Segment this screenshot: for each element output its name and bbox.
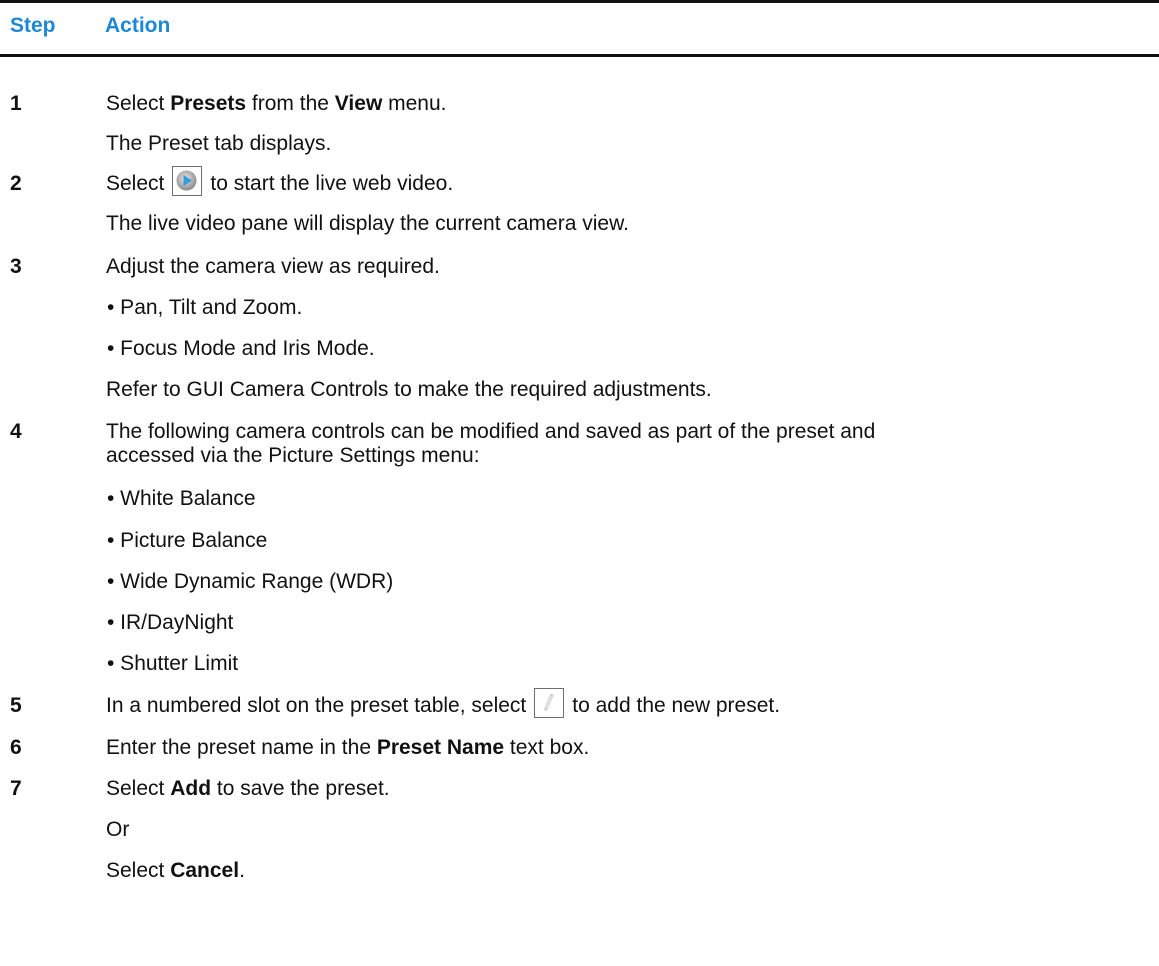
step-row: The Preset tab displays. <box>0 132 1159 166</box>
play-icon <box>172 166 203 197</box>
step-text: In a numbered slot on the preset table, … <box>106 688 780 719</box>
step-text: Or <box>106 818 130 841</box>
step-text: Select Cancel. <box>106 859 245 882</box>
bullet-item: • IR/DayNight <box>107 611 234 634</box>
step-number: 6 <box>10 736 22 759</box>
step-number: 4 <box>10 420 22 443</box>
step-row: 2 Select to start the live web video. <box>0 166 1159 206</box>
step-text: Select Presets from the View menu. <box>106 92 447 115</box>
step-row: • IR/DayNight <box>0 611 1159 645</box>
step-text: The Preset tab displays. <box>106 132 332 155</box>
pencil-icon <box>534 688 565 719</box>
step-row: • White Balance <box>0 487 1159 521</box>
step-text: The live video pane will display the cur… <box>106 212 629 235</box>
header-step: Step <box>10 14 56 37</box>
step-row: accessed via the Picture Settings menu: <box>0 444 1159 478</box>
step-number: 5 <box>10 694 22 717</box>
step-number: 1 <box>10 92 22 115</box>
step-row: 3 Adjust the camera view as required. <box>0 255 1159 289</box>
step-text: Enter the preset name in the Preset Name… <box>106 736 590 759</box>
bullet-item: • Focus Mode and Iris Mode. <box>107 337 375 360</box>
bullet-item: • Wide Dynamic Range (WDR) <box>107 570 394 593</box>
step-row: • Picture Balance <box>0 529 1159 563</box>
bullet-item: • Pan, Tilt and Zoom. <box>107 296 303 319</box>
step-row: Select Cancel. <box>0 859 1159 893</box>
step-row: • Wide Dynamic Range (WDR) <box>0 570 1159 604</box>
step-row: The live video pane will display the cur… <box>0 212 1159 246</box>
step-row: 7 Select Add to save the preset. <box>0 777 1159 811</box>
step-text: Select Add to save the preset. <box>106 777 390 800</box>
step-row: • Pan, Tilt and Zoom. <box>0 296 1159 330</box>
step-text: Refer to GUI Camera Controls to make the… <box>106 378 712 401</box>
step-row: Refer to GUI Camera Controls to make the… <box>0 378 1159 412</box>
top-rule <box>0 0 1159 3</box>
step-row: 6 Enter the preset name in the Preset Na… <box>0 736 1159 770</box>
header-action: Action <box>105 14 171 37</box>
bullet-item: • Shutter Limit <box>107 652 239 675</box>
step-number: 3 <box>10 255 22 278</box>
bullet-item: • White Balance <box>107 487 256 510</box>
step-row: • Focus Mode and Iris Mode. <box>0 337 1159 371</box>
step-number: 2 <box>10 172 22 195</box>
step-text: Select to start the live web video. <box>106 166 453 197</box>
step-row: 5 In a numbered slot on the preset table… <box>0 688 1159 728</box>
step-row: 1 Select Presets from the View menu. <box>0 92 1159 126</box>
header-rule <box>0 54 1159 57</box>
step-number: 7 <box>10 777 22 800</box>
bullet-item: • Picture Balance <box>107 529 268 552</box>
step-row: Or <box>0 818 1159 852</box>
step-text: The following camera controls can be mod… <box>106 420 876 443</box>
step-text: Adjust the camera view as required. <box>106 255 440 278</box>
step-text: accessed via the Picture Settings menu: <box>106 444 480 467</box>
step-row: • Shutter Limit <box>0 652 1159 686</box>
